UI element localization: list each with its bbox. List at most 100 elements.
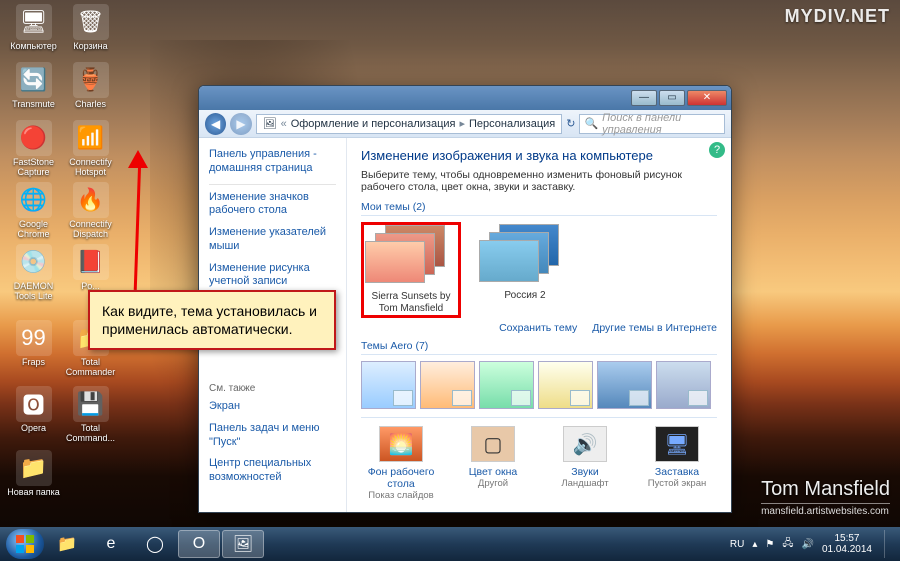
desktop-icon-3[interactable]: 🏺Charles <box>63 62 118 110</box>
titlebar[interactable]: — ▭ ✕ <box>199 86 731 110</box>
desktop-icon-7[interactable]: 🔥Connectify Dispatch <box>63 182 118 240</box>
aero-theme-3[interactable] <box>479 361 534 409</box>
show-desktop-button[interactable] <box>884 530 894 558</box>
sidebar-link-0[interactable]: Изменение значков рабочего стола <box>209 191 336 219</box>
main-panel: ? Изменение изображения и звука на компь… <box>347 138 731 512</box>
close-button[interactable]: ✕ <box>687 90 727 106</box>
taskbar-explorer[interactable]: 📁 <box>46 530 88 558</box>
start-button[interactable] <box>6 529 44 559</box>
see-also-0[interactable]: Экран <box>209 400 336 414</box>
aero-theme-1[interactable] <box>361 361 416 409</box>
app-icon: 🌐 <box>16 182 52 218</box>
aero-theme-2[interactable] <box>420 361 475 409</box>
window-color-icon: ▢ <box>471 426 515 462</box>
taskbar-personalization[interactable]: 🖼 <box>222 530 264 558</box>
desktop-background-button[interactable]: 🌅 Фон рабочего стола Показ слайдов <box>361 426 441 501</box>
my-themes-label: Мои темы (2) <box>361 201 717 213</box>
see-also-header: См. также <box>209 383 336 394</box>
app-icon: 💿 <box>16 244 52 280</box>
desktop-icon-4[interactable]: 🔴FastStone Capture <box>6 120 61 178</box>
annotation-arrow-head <box>128 150 148 170</box>
icon-label: Total Commander <box>63 358 118 378</box>
search-placeholder: Поиск в панели управления <box>602 112 720 136</box>
screensaver-button[interactable]: 🖥 Заставка Пустой экран <box>637 426 717 501</box>
more-themes-link[interactable]: Другие темы в Интернете <box>592 322 717 334</box>
help-icon[interactable]: ? <box>709 142 725 158</box>
desktop-icon-12[interactable]: 🅾Opera <box>6 386 61 434</box>
desktop-icon-8[interactable]: 💿DAEMON Tools Lite <box>6 244 61 302</box>
theme-thumb <box>479 224 571 286</box>
aero-themes-row <box>361 361 717 409</box>
callout-text: Как видите, тема установилась и применил… <box>102 303 317 337</box>
breadcrumb-1[interactable]: Персонализация <box>469 118 555 130</box>
taskbar-opera[interactable]: O <box>178 530 220 558</box>
icon-label: FastStone Capture <box>6 158 61 178</box>
refresh-icon[interactable]: ↻ <box>566 117 575 130</box>
app-icon: 🔴 <box>16 120 52 156</box>
search-icon: 🔍 <box>584 117 598 130</box>
language-indicator[interactable]: RU <box>730 539 744 550</box>
aero-theme-4[interactable] <box>538 361 593 409</box>
desktop-icon-6[interactable]: 🌐Google Chrome <box>6 182 61 240</box>
taskbar: 📁e◯O🖼 RU ▴ ⚑ 🖧 🔊 15:57 01.04.2014 <box>0 527 900 561</box>
desktop-icon-13[interactable]: 💾Total Command... <box>63 386 118 444</box>
app-icon: 🏺 <box>73 62 109 98</box>
desktop-icon-1[interactable]: 🗑Корзина <box>63 4 118 52</box>
page-title: Изменение изображения и звука на компьют… <box>361 148 717 163</box>
theme-actions: Сохранить тему Другие темы в Интернете <box>361 322 717 334</box>
minimize-button[interactable]: — <box>631 90 657 106</box>
taskbar-ie[interactable]: e <box>90 530 132 558</box>
aero-themes-label: Темы Aero (7) <box>361 340 717 352</box>
breadcrumb-sep: ▸ <box>459 117 465 130</box>
desktop-icon-14[interactable]: 📁Новая папка <box>6 450 61 498</box>
maximize-button[interactable]: ▭ <box>659 90 685 106</box>
aero-theme-5[interactable] <box>597 361 652 409</box>
breadcrumb[interactable]: 🖼 « Оформление и персонализация ▸ Персон… <box>256 114 563 134</box>
tray-network-icon[interactable]: 🖧 <box>782 536 793 553</box>
window-color-button[interactable]: ▢ Цвет окна Другой <box>453 426 533 501</box>
desktop-icon-5[interactable]: 📶Connectify Hotspot <box>63 120 118 178</box>
taskbar-chrome[interactable]: ◯ <box>134 530 176 558</box>
icon-label: Google Chrome <box>6 220 61 240</box>
clock[interactable]: 15:57 01.04.2014 <box>822 533 872 555</box>
desktop-icon-10[interactable]: 99Fraps <box>6 320 61 368</box>
my-themes-row: Sierra Sunsets by Tom Mansfield Россия 2 <box>361 222 717 318</box>
app-icon: 📶 <box>73 120 109 156</box>
icon-label: Connectify Dispatch <box>63 220 118 240</box>
sidebar-home-link[interactable]: Панель управления - домашняя страница <box>209 148 336 176</box>
nav-back-button[interactable]: ◀ <box>205 113 226 135</box>
page-subtitle: Выберите тему, чтобы одновременно измени… <box>361 169 717 193</box>
theme-sierra-sunsets[interactable]: Sierra Sunsets by Tom Mansfield <box>361 222 461 318</box>
nav-forward-button[interactable]: ▶ <box>230 113 251 135</box>
desktop-icon-2[interactable]: 🔄Transmute <box>6 62 61 110</box>
save-theme-link[interactable]: Сохранить тему <box>499 322 577 334</box>
icon-label: Transmute <box>6 100 61 110</box>
aero-theme-6[interactable] <box>656 361 711 409</box>
sidebar-link-2[interactable]: Изменение рисунка учетной записи <box>209 262 336 290</box>
app-icon: 📕 <box>73 244 109 280</box>
breadcrumb-0[interactable]: Оформление и персонализация <box>291 118 456 130</box>
icon-label: Fraps <box>6 358 61 368</box>
screensaver-icon: 🖥 <box>655 426 699 462</box>
theme-name: Россия 2 <box>477 290 573 302</box>
tray-up-icon[interactable]: ▴ <box>752 539 757 550</box>
see-also-2[interactable]: Центр специальных возможностей <box>209 457 336 485</box>
theme-thumb <box>365 225 457 287</box>
desktop-icon-0[interactable]: 🖥Компьютер <box>6 4 61 52</box>
sidebar-link-1[interactable]: Изменение указателей мыши <box>209 226 336 254</box>
taskbar-pinned: 📁e◯O🖼 <box>46 530 264 558</box>
theme-russia-2[interactable]: Россия 2 <box>475 222 575 318</box>
icon-label: Корзина <box>63 42 118 52</box>
search-input[interactable]: 🔍 Поиск в панели управления <box>579 114 725 134</box>
icon-label: Компьютер <box>6 42 61 52</box>
sounds-icon: 🔊 <box>563 426 607 462</box>
tray-flag-icon[interactable]: ⚑ <box>765 539 774 550</box>
desktop-background-icon: 🌅 <box>379 426 423 462</box>
windows-logo-icon <box>15 534 35 554</box>
app-icon: 📁 <box>16 450 52 486</box>
desktop-icon-9[interactable]: 📕Po... <box>63 244 118 292</box>
see-also-1[interactable]: Панель задач и меню "Пуск" <box>209 422 336 450</box>
sounds-button[interactable]: 🔊 Звуки Ландшафт <box>545 426 625 501</box>
icon-label: Opera <box>6 424 61 434</box>
tray-volume-icon[interactable]: 🔊 <box>801 539 813 550</box>
